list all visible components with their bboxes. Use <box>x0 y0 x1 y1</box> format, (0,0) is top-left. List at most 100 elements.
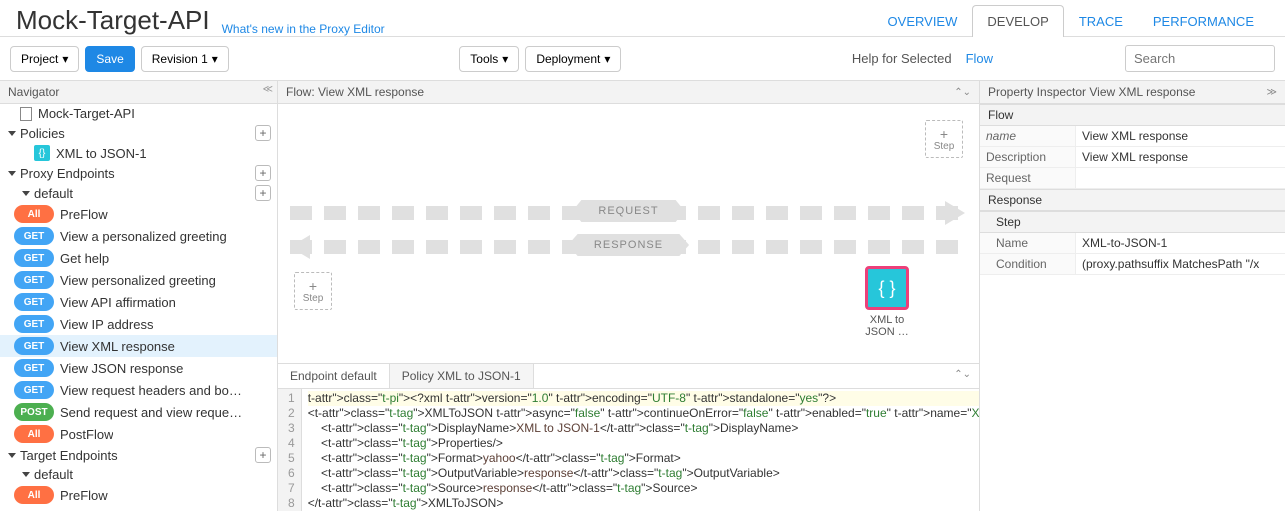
add-request-step-button[interactable]: +Step <box>925 120 963 158</box>
code-line[interactable]: <t-attr">class="t-tag">Properties/> <box>308 436 979 451</box>
method-badge: GET <box>14 271 54 289</box>
endpoint-row[interactable]: GETView request headers and bo… <box>0 379 277 401</box>
add-flow-button[interactable]: + <box>255 185 271 201</box>
prop-request-value[interactable] <box>1076 168 1285 188</box>
flow-header: Flow: View XML response⌃⌄ <box>278 81 979 104</box>
policy-card-xml-to-json[interactable]: { } <box>865 266 909 310</box>
request-label: REQUEST <box>572 200 684 222</box>
endpoint-label: PreFlow <box>60 207 108 222</box>
nav-proxy-endpoints[interactable]: Proxy Endpoints+ <box>0 163 277 183</box>
endpoint-label: Send request and view reque… <box>60 405 242 420</box>
flow-link[interactable]: Flow <box>966 51 993 66</box>
endpoint-row[interactable]: GETView JSON response <box>0 357 277 379</box>
code-line[interactable]: <t-attr">class="t-tag">Format>yahoo</t-a… <box>308 451 979 466</box>
endpoint-row[interactable]: All PreFlow <box>0 203 277 225</box>
document-icon <box>20 107 32 121</box>
save-button[interactable]: Save <box>85 46 134 72</box>
endpoint-label: View request headers and bo… <box>60 383 242 398</box>
nav-target-default[interactable]: default <box>0 465 277 484</box>
navigator-header: Navigator ≪ <box>0 81 277 104</box>
endpoint-label: View API affirmation <box>60 295 176 310</box>
endpoint-row[interactable]: GET View a personalized greeting <box>0 225 277 247</box>
header: Mock-Target-API What's new in the Proxy … <box>0 0 1285 37</box>
method-badge: GET <box>14 227 54 245</box>
xml-to-json-icon: {} <box>34 145 50 161</box>
add-endpoint-button[interactable]: + <box>255 165 271 181</box>
expand-icon[interactable]: ≫ <box>1267 87 1277 98</box>
code-body[interactable]: 12345678 t-attr">class="t-pi"><?xml t-at… <box>278 389 979 511</box>
code-line[interactable]: <t-attr">class="t-tag">XMLToJSON t-attr"… <box>308 406 979 421</box>
whats-new-link[interactable]: What's new in the Proxy Editor <box>222 22 385 36</box>
endpoint-label: View IP address <box>60 317 153 332</box>
endpoint-row[interactable]: GETView XML response <box>0 335 277 357</box>
nav-policies[interactable]: Policies+ <box>0 123 277 143</box>
code-tab-endpoint[interactable]: Endpoint default <box>278 364 390 388</box>
arrow-left-icon <box>290 235 310 259</box>
deployment-button[interactable]: Deployment▾ <box>525 46 621 72</box>
help-label: Help for Selected <box>852 51 952 66</box>
prop-request-key: Request <box>980 168 1076 188</box>
caret-down-icon <box>22 191 30 196</box>
prop-name-value[interactable]: View XML response <box>1076 126 1285 146</box>
method-badge: GET <box>14 293 54 311</box>
code-editor: Endpoint default Policy XML to JSON-1 ⌃⌄… <box>278 363 979 511</box>
add-target-button[interactable]: + <box>255 447 271 463</box>
tools-button[interactable]: Tools▾ <box>459 46 519 72</box>
flow-canvas[interactable]: +Step REQUEST RESPONSE +Step { } XML to … <box>278 104 979 363</box>
tab-overview[interactable]: OVERVIEW <box>873 5 973 37</box>
prop-cond-key: Condition <box>980 254 1076 274</box>
endpoint-row[interactable]: POSTSend request and view reque… <box>0 401 277 423</box>
nav-target-endpoints[interactable]: Target Endpoints+ <box>0 445 277 465</box>
prop-name-key: name <box>980 126 1076 146</box>
toolbar: Project▾ Save Revision 1▾ Tools▾ Deploym… <box>0 37 1285 81</box>
policy-card-label: XML to JSON … <box>857 314 917 338</box>
revision-button[interactable]: Revision 1▾ <box>141 46 229 72</box>
code-line[interactable]: <t-attr">class="t-tag">Source>response</… <box>308 481 979 496</box>
header-tabs: OVERVIEW DEVELOP TRACE PERFORMANCE <box>873 4 1269 36</box>
nav-policy-item[interactable]: {}XML to JSON-1 <box>0 143 277 163</box>
method-badge: All <box>14 205 54 223</box>
prop-stepname-value[interactable]: XML-to-JSON-1 <box>1076 233 1285 253</box>
prop-cond-value[interactable]: (proxy.pathsuffix MatchesPath "/x <box>1076 254 1285 274</box>
collapse-icon[interactable]: ⌃⌄ <box>946 364 979 388</box>
center-panel: Flow: View XML response⌃⌄ +Step REQUEST … <box>278 81 979 511</box>
code-line[interactable]: <t-attr">class="t-tag">DisplayName>XML t… <box>308 421 979 436</box>
add-response-step-button[interactable]: +Step <box>294 272 332 310</box>
tab-develop[interactable]: DEVELOP <box>972 5 1063 37</box>
code-tab-policy[interactable]: Policy XML to JSON-1 <box>390 364 534 388</box>
tab-trace[interactable]: TRACE <box>1064 5 1138 37</box>
endpoint-row[interactable]: GETView personalized greeting <box>0 269 277 291</box>
project-button[interactable]: Project▾ <box>10 46 79 72</box>
prop-desc-value[interactable]: View XML response <box>1076 147 1285 167</box>
endpoint-label: View XML response <box>60 339 175 354</box>
tab-performance[interactable]: PERFORMANCE <box>1138 5 1269 37</box>
nav-default-endpoint[interactable]: default+ <box>0 183 277 203</box>
nav-root[interactable]: Mock-Target-API <box>0 104 277 123</box>
section-flow: Flow <box>980 104 1285 126</box>
property-inspector: Property Inspector View XML response≫ Fl… <box>979 81 1285 511</box>
endpoint-row[interactable]: GETGet help <box>0 247 277 269</box>
search-input[interactable] <box>1125 45 1275 72</box>
add-policy-button[interactable]: + <box>255 125 271 141</box>
chevron-down-icon: ▾ <box>212 52 218 66</box>
caret-down-icon <box>8 171 16 176</box>
endpoint-label: View JSON response <box>60 361 183 376</box>
collapse-icon[interactable]: ⌃⌄ <box>954 87 971 98</box>
target-preflow[interactable]: AllPreFlow <box>0 484 277 506</box>
code-line[interactable]: <t-attr">class="t-tag">OutputVariable>re… <box>308 466 979 481</box>
endpoint-row[interactable]: GET View IP address <box>0 313 277 335</box>
method-badge: GET <box>14 249 54 267</box>
response-label: RESPONSE <box>568 234 689 256</box>
endpoint-row[interactable]: AllPostFlow <box>0 423 277 445</box>
caret-down-icon <box>8 131 16 136</box>
endpoint-row[interactable]: GET View API affirmation <box>0 291 277 313</box>
chevron-down-icon: ▾ <box>62 52 68 66</box>
endpoint-label: PostFlow <box>60 427 113 442</box>
chevron-down-icon: ▾ <box>502 52 508 66</box>
code-line[interactable]: </t-attr">class="t-tag">XMLToJSON> <box>308 496 979 511</box>
method-badge: GET <box>14 315 54 333</box>
endpoint-label: View a personalized greeting <box>60 229 227 244</box>
code-line[interactable]: t-attr">class="t-pi"><?xml t-attr">versi… <box>308 391 979 406</box>
arrow-right-icon <box>945 201 965 225</box>
collapse-icon[interactable]: ≪ <box>259 81 277 98</box>
